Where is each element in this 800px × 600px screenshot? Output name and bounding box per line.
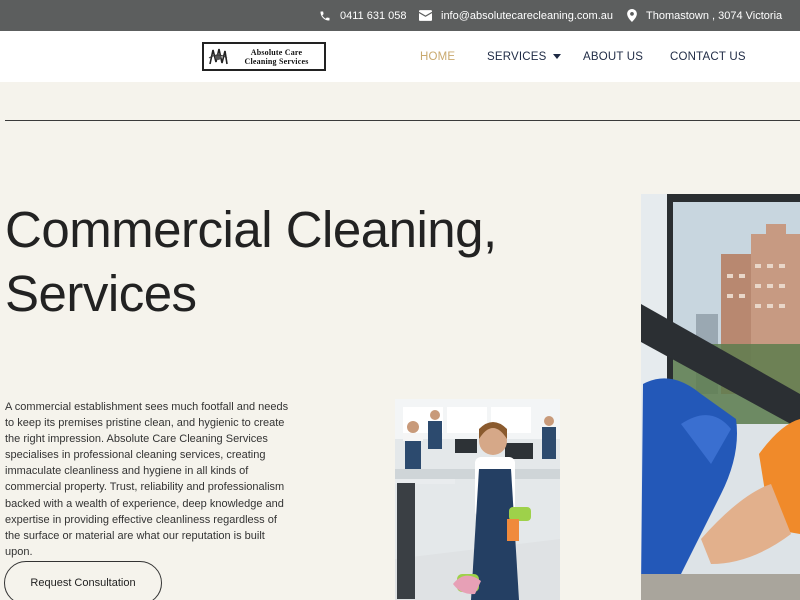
location-contact: Thomastown , 3074 Victoria bbox=[627, 0, 782, 31]
office-cleaning-illustration bbox=[395, 399, 560, 600]
phone-number: 0411 631 058 bbox=[340, 9, 407, 22]
logo-line-2: Cleaning Services bbox=[244, 56, 309, 66]
window-cleaning-illustration bbox=[641, 194, 800, 600]
nav-contact-us[interactable]: CONTACT US bbox=[670, 31, 746, 82]
email-address: info@absolutecarecleaning.com.au bbox=[441, 9, 613, 22]
logo-emblem-icon bbox=[207, 45, 229, 68]
location-text: Thomastown , 3074 Victoria bbox=[646, 9, 783, 22]
caret-down-icon bbox=[552, 54, 561, 59]
main-navigation: Absolute Care Cleaning Services HOME SER… bbox=[0, 31, 800, 82]
envelope-icon bbox=[419, 10, 432, 21]
hero-description: A commercial establishment sees much foo… bbox=[5, 401, 289, 558]
section-divider bbox=[5, 120, 800, 121]
page-title-line-2: Services bbox=[5, 265, 197, 322]
page-title-line-1: Commercial Cleaning, bbox=[5, 201, 497, 258]
phone-contact[interactable]: 0411 631 058 bbox=[319, 0, 406, 31]
logo-line-1: Absolute Care bbox=[250, 47, 303, 57]
office-cleaning-photo bbox=[395, 399, 560, 600]
map-pin-icon bbox=[627, 9, 637, 22]
window-cleaning-photo bbox=[641, 194, 800, 600]
nav-about-us[interactable]: ABOUT US bbox=[583, 31, 643, 82]
site-logo[interactable]: Absolute Care Cleaning Services bbox=[202, 42, 326, 71]
email-contact[interactable]: info@absolutecarecleaning.com.au bbox=[419, 0, 613, 31]
nav-services[interactable]: SERVICES bbox=[487, 31, 561, 82]
logo-text: Absolute Care Cleaning Services bbox=[229, 48, 324, 66]
nav-home[interactable]: HOME bbox=[420, 31, 455, 82]
phone-icon bbox=[320, 11, 330, 20]
nav-services-label: SERVICES bbox=[487, 50, 547, 63]
page-title: Commercial Cleaning, Services bbox=[5, 198, 565, 326]
request-consultation-button[interactable]: Request Consultation bbox=[4, 561, 162, 600]
top-contact-bar: 0411 631 058 info@absolutecarecleaning.c… bbox=[0, 0, 800, 31]
